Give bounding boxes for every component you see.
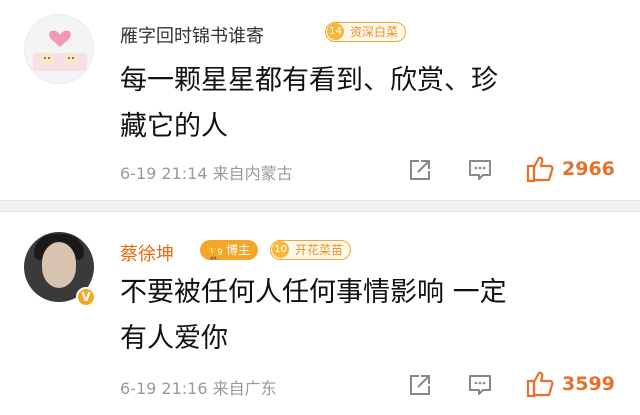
level-label: 资深白菜 [350, 25, 399, 39]
comment-icon[interactable] [467, 157, 493, 183]
comment-item: V 蔡徐坤 🏆 9 博主 10 开花菜苗 不要被任何人任何事情影响 一定 有人爱… [0, 212, 640, 415]
level-badge: 10 开花菜苗 [270, 240, 352, 260]
like-count: 3599 [562, 373, 615, 395]
username[interactable]: 蔡徐坤 [120, 240, 174, 266]
comment-text-line: 每一颗星星都有看到、欣赏、珍 [120, 65, 498, 96]
comment-text-line: 藏它的人 [120, 111, 228, 142]
comment-meta: 6-19 21:16 来自广东 [120, 379, 277, 398]
level-number: 14 [327, 23, 344, 40]
like-count: 2966 [562, 158, 615, 180]
level-number: 10 [272, 241, 289, 258]
avatar-photo-face [42, 242, 76, 288]
comment-text: 不要被任何人任何事情影响 一定 有人爱你 [120, 270, 620, 362]
illustrated-avatar-image [33, 30, 87, 71]
comment-text-line: 有人爱你 [120, 323, 228, 354]
blogger-badge: 🏆 9 博主 [200, 240, 259, 260]
comment-meta: 6-19 21:14 来自内蒙古 [120, 164, 293, 183]
verified-badge-icon: V [76, 287, 96, 307]
level-badge: 14 资深白菜 [325, 22, 407, 42]
username[interactable]: 雁字回时锦书谁寄 [120, 22, 264, 48]
avatar[interactable] [24, 14, 94, 84]
blogger-badge-label: 博主 [226, 243, 251, 257]
thumbs-up-icon[interactable] [525, 369, 555, 399]
share-icon[interactable] [407, 372, 433, 398]
comment-text: 每一颗星星都有看到、欣赏、珍 藏它的人 [120, 58, 620, 150]
thumbs-up-icon[interactable] [525, 154, 555, 184]
comment-text-line: 不要被任何人任何事情影响 一定 [120, 277, 507, 308]
comment-icon[interactable] [467, 372, 493, 398]
comment-item: 雁字回时锦书谁寄 14 资深白菜 每一颗星星都有看到、欣赏、珍 藏它的人 6-1… [0, 0, 640, 200]
level-label: 开花菜苗 [295, 243, 344, 257]
comment-separator [0, 200, 640, 212]
share-icon[interactable] [407, 157, 433, 183]
blogger-badge-number: 9 [217, 248, 223, 258]
